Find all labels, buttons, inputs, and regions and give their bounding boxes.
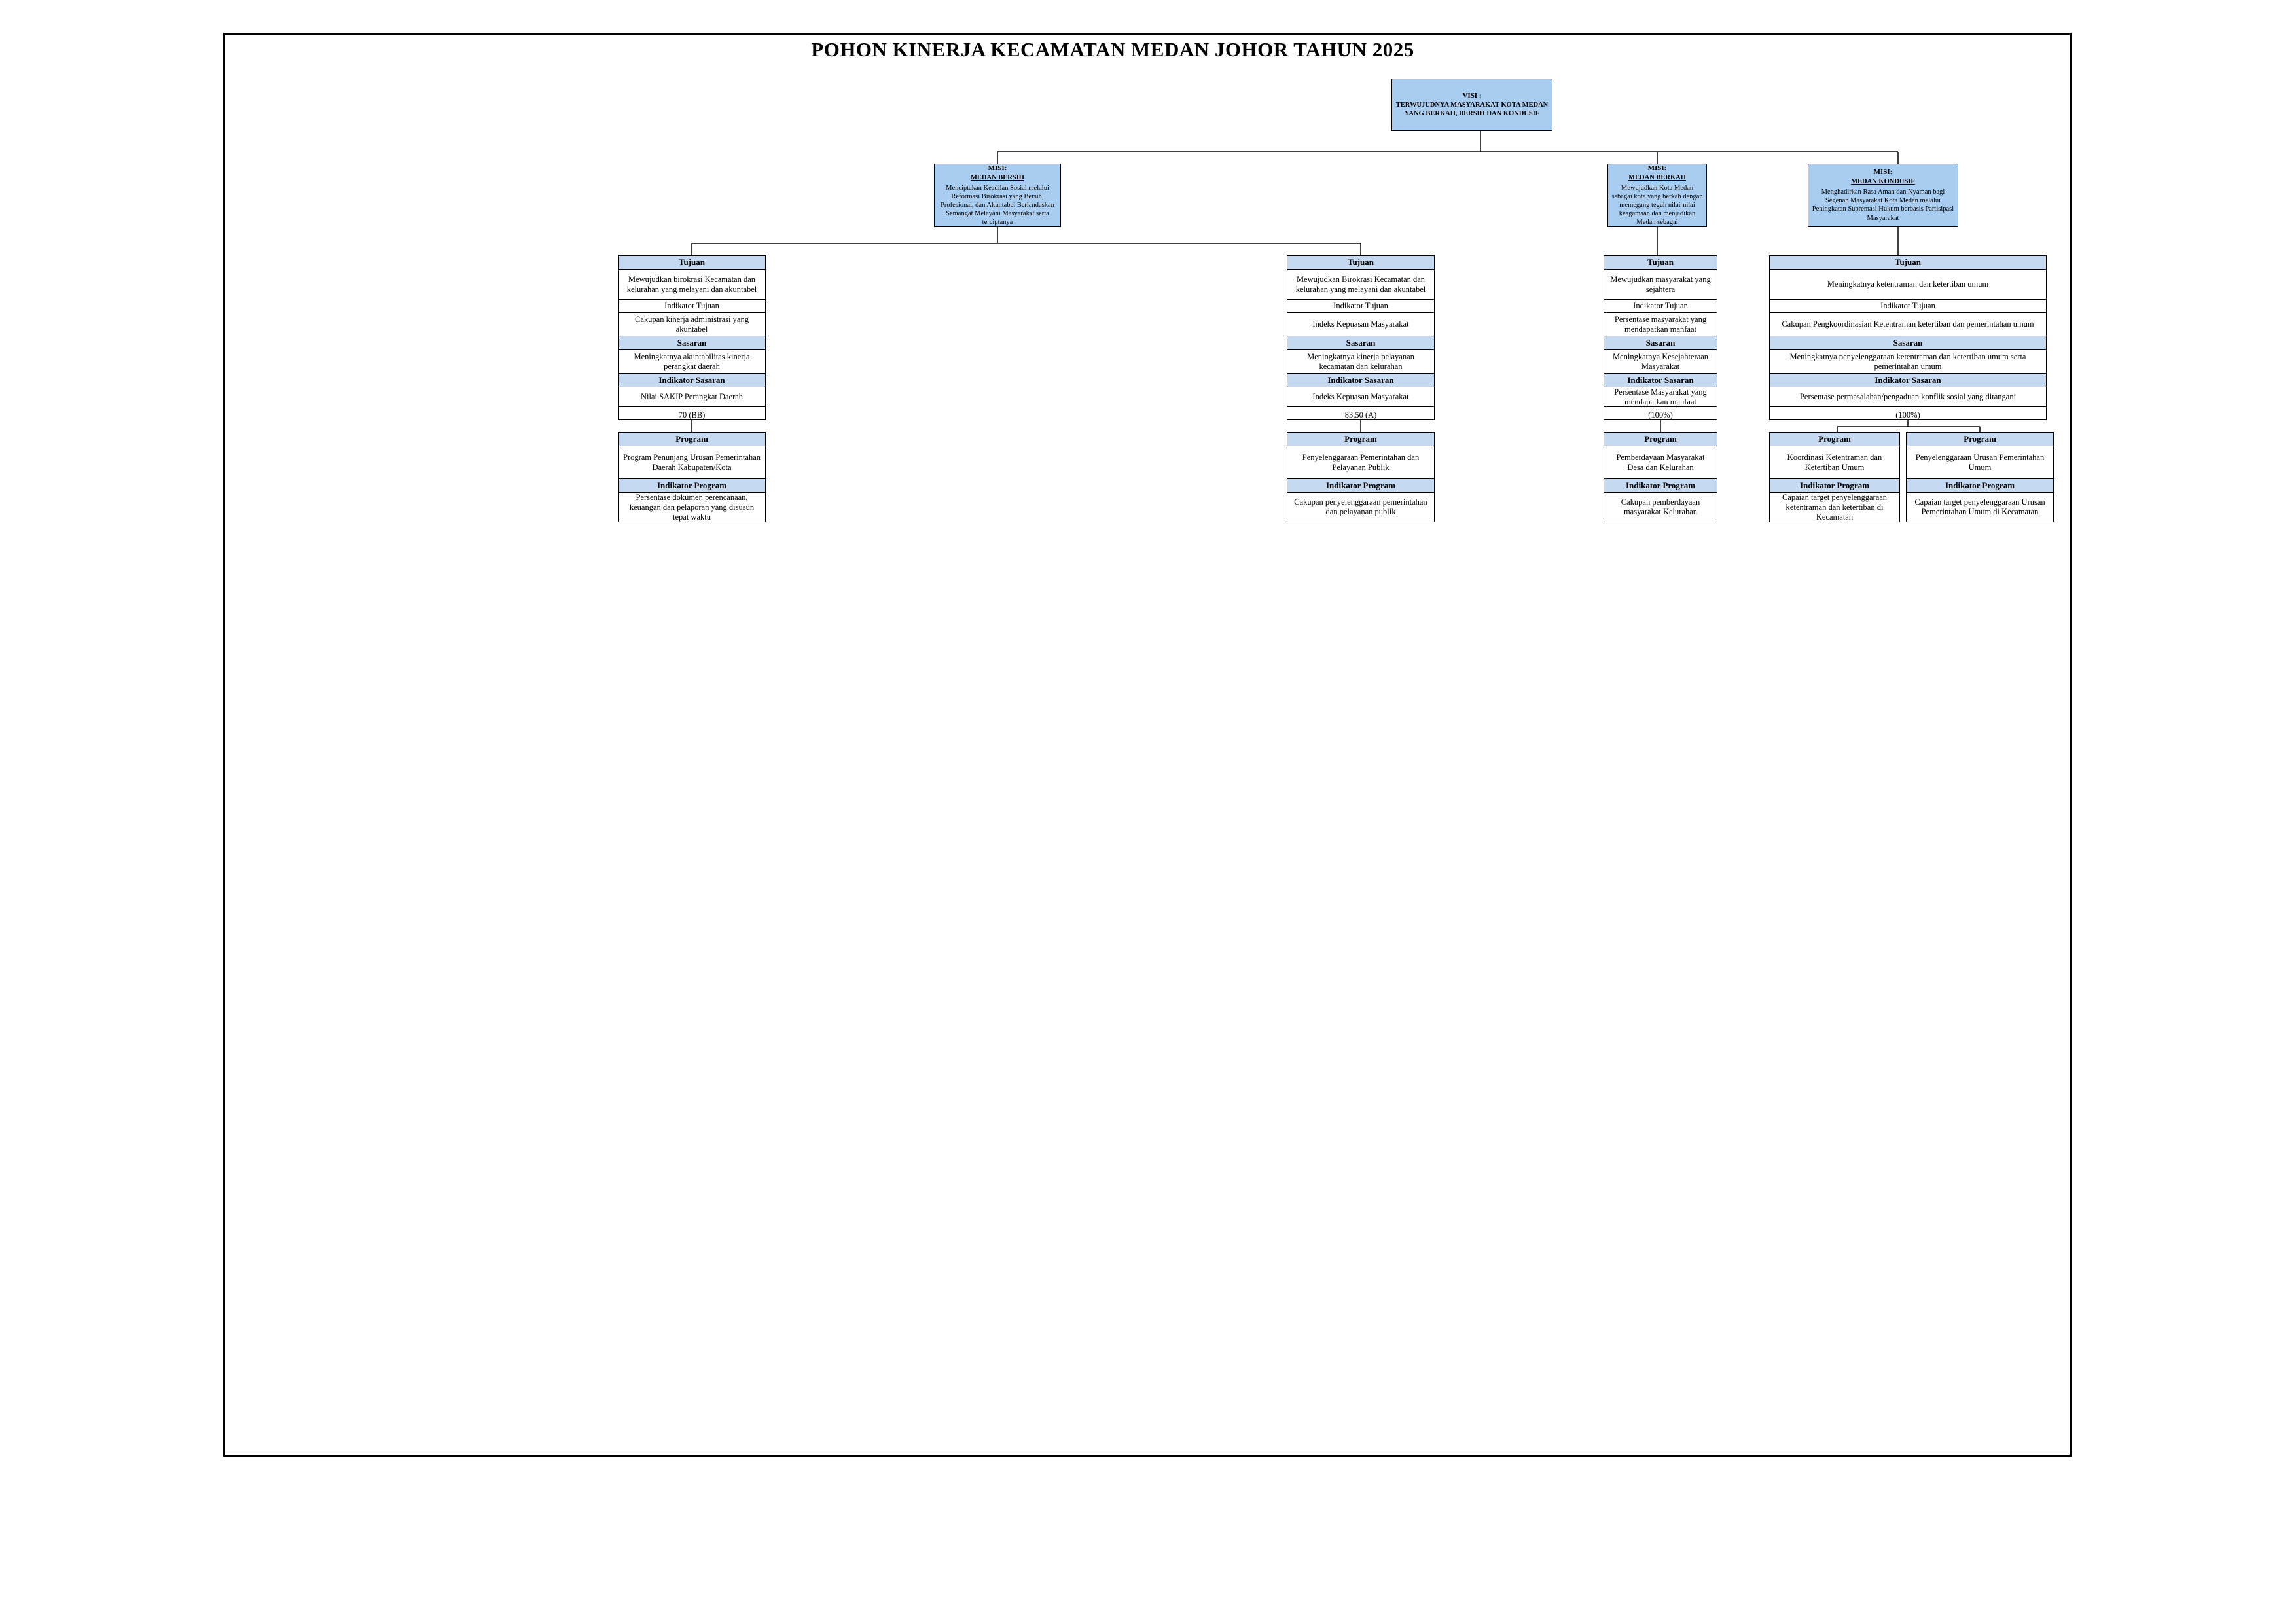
indikator-program-text: Cakupan penyelenggaraan pemerintahan dan… bbox=[1294, 497, 1427, 516]
indikator-sasaran-text: Persentase permasalahan/pengaduan konfli… bbox=[1770, 387, 2046, 407]
tujuan-header: Tujuan bbox=[1287, 256, 1434, 270]
tujuan-header: Tujuan bbox=[619, 256, 765, 270]
program-text: Penyelenggaraan Pemerintahan dan Pelayan… bbox=[1287, 446, 1434, 479]
sasaran-text: Meningkatnya penyelenggaraan ketentraman… bbox=[1770, 350, 2046, 374]
indikator-program-text: Capaian target penyelenggaraan ketentram… bbox=[1782, 492, 1888, 522]
misi-label: MISI: bbox=[1647, 164, 1667, 172]
program-stack: Program Koordinasi Ketentraman dan Keter… bbox=[1769, 432, 1900, 522]
misi-name: MEDAN BERKAH bbox=[1628, 173, 1686, 181]
indikator-program-text: Capaian target penyelenggaraan Urusan Pe… bbox=[1914, 497, 2045, 516]
misi-name: MEDAN BERSIH bbox=[971, 173, 1024, 181]
program-header: Program bbox=[1604, 433, 1717, 446]
misi-text: Menciptakan Keadilan Sosial melalui Refo… bbox=[941, 184, 1054, 226]
program-stack: Program Penyelenggaraan Urusan Pemerinta… bbox=[1906, 432, 2054, 522]
indikator-program-text: Persentase dokumen perencanaan, keuangan… bbox=[629, 492, 755, 522]
visi-text: TERWUJUDNYA MASYARAKAT KOTA MEDAN YANG B… bbox=[1395, 101, 1549, 117]
tujuan-stack: Tujuan Meningkatnya ketentraman dan kete… bbox=[1769, 255, 2047, 420]
sasaran-target: 70 (BB) bbox=[678, 410, 706, 419]
tujuan-text: Mewujudkan Birokrasi Kecamatan dan kelur… bbox=[1287, 270, 1434, 300]
indikator-tujuan-text: Cakupan kinerja administrasi yang akunta… bbox=[619, 313, 765, 336]
misi-bersih-box: MISI: MEDAN BERSIH Menciptakan Keadilan … bbox=[934, 164, 1061, 227]
misi-label: MISI: bbox=[1873, 168, 1893, 177]
indikator-sasaran-header: Indikator Sasaran bbox=[1770, 374, 2046, 387]
program-header: Program bbox=[1287, 433, 1434, 446]
sasaran-header: Sasaran bbox=[619, 336, 765, 350]
misi-berkah-box: MISI: MEDAN BERKAH Mewujudkan Kota Medan… bbox=[1607, 164, 1707, 227]
indikator-sasaran-text: Persentase Masyarakat yang mendapatkan m… bbox=[1604, 387, 1717, 407]
sasaran-target: (100%) bbox=[1648, 410, 1673, 419]
program-text: Pemberdayaan Masyarakat Desa dan Kelurah… bbox=[1604, 446, 1717, 479]
program-text: Penyelenggaraan Urusan Pemerintahan Umum bbox=[1907, 446, 2053, 479]
sasaran-target: 83,50 (A) bbox=[1344, 410, 1377, 419]
indikator-program-header: Indikator Program bbox=[1287, 479, 1434, 493]
program-stack: Program Penyelenggaraan Pemerintahan dan… bbox=[1287, 432, 1435, 522]
indikator-program-text: Cakupan pemberdayaan masyarakat Keluraha… bbox=[1621, 497, 1700, 516]
misi-kondusif-box: MISI: MEDAN KONDUSIF Menghadirkan Rasa A… bbox=[1808, 164, 1958, 227]
tujuan-header: Tujuan bbox=[1770, 256, 2046, 270]
indikator-sasaran-header: Indikator Sasaran bbox=[1604, 374, 1717, 387]
sasaran-header: Sasaran bbox=[1604, 336, 1717, 350]
program-stack: Program Pemberdayaan Masyarakat Desa dan… bbox=[1604, 432, 1717, 522]
misi-name: MEDAN KONDUSIF bbox=[1851, 178, 1915, 186]
sasaran-text: Meningkatnya Kesejahteraan Masyarakat bbox=[1604, 350, 1717, 374]
sasaran-header: Sasaran bbox=[1287, 336, 1434, 350]
indikator-program-header: Indikator Program bbox=[619, 479, 765, 493]
program-header: Program bbox=[1907, 433, 2053, 446]
misi-label: MISI: bbox=[988, 164, 1007, 172]
indikator-tujuan-text: Indeks Kepuasan Masyarakat bbox=[1287, 313, 1434, 336]
indikator-sasaran-header: Indikator Sasaran bbox=[1287, 374, 1434, 387]
tujuan-text: Mewujudkan birokrasi Kecamatan dan kelur… bbox=[619, 270, 765, 300]
misi-text: Mewujudkan Kota Medan sebagai kota yang … bbox=[1611, 184, 1703, 226]
tree-connectors bbox=[691, 131, 1981, 432]
indikator-tujuan-header: Indikator Tujuan bbox=[1604, 300, 1717, 313]
tujuan-text: Meningkatnya ketentraman dan ketertiban … bbox=[1770, 270, 2046, 300]
program-header: Program bbox=[619, 433, 765, 446]
program-text: Program Penunjang Urusan Pemerintahan Da… bbox=[619, 446, 765, 479]
visi-label: VISI : bbox=[1462, 92, 1482, 99]
tujuan-stack: Tujuan Mewujudkan Birokrasi Kecamatan da… bbox=[1287, 255, 1435, 420]
program-text: Koordinasi Ketentraman dan Ketertiban Um… bbox=[1770, 446, 1899, 479]
misi-text: Menghadirkan Rasa Aman dan Nyaman bagi S… bbox=[1812, 188, 1954, 222]
indikator-program-header: Indikator Program bbox=[1770, 479, 1899, 493]
sasaran-text: Meningkatnya kinerja pelayanan kecamatan… bbox=[1287, 350, 1434, 374]
tujuan-stack: Tujuan Mewujudkan masyarakat yang sejaht… bbox=[1604, 255, 1717, 420]
tujuan-header: Tujuan bbox=[1604, 256, 1717, 270]
indikator-tujuan-header: Indikator Tujuan bbox=[1770, 300, 2046, 313]
program-header: Program bbox=[1770, 433, 1899, 446]
indikator-tujuan-header: Indikator Tujuan bbox=[1287, 300, 1434, 313]
indikator-program-header: Indikator Program bbox=[1907, 479, 2053, 493]
sasaran-target: (100%) bbox=[1895, 410, 1920, 419]
tujuan-text: Mewujudkan masyarakat yang sejahtera bbox=[1604, 270, 1717, 300]
sasaran-header: Sasaran bbox=[1770, 336, 2046, 350]
indikator-tujuan-text: Persentase masyarakat yang mendapatkan m… bbox=[1604, 313, 1717, 336]
indikator-tujuan-text: Cakupan Pengkoordinasian Ketentraman ket… bbox=[1770, 313, 2046, 336]
visi-box: VISI : TERWUJUDNYA MASYARAKAT KOTA MEDAN… bbox=[1391, 79, 1552, 131]
sasaran-text: Meningkatnya akuntabilitas kinerja peran… bbox=[619, 350, 765, 374]
indikator-tujuan-header: Indikator Tujuan bbox=[619, 300, 765, 313]
indikator-sasaran-text: Nilai SAKIP Perangkat Daerah bbox=[619, 387, 765, 407]
indikator-sasaran-text: Indeks Kepuasan Masyarakat bbox=[1287, 387, 1434, 407]
indikator-program-header: Indikator Program bbox=[1604, 479, 1717, 493]
program-stack: Program Program Penunjang Urusan Pemerin… bbox=[618, 432, 766, 522]
indikator-sasaran-header: Indikator Sasaran bbox=[619, 374, 765, 387]
tujuan-stack: Tujuan Mewujudkan birokrasi Kecamatan da… bbox=[618, 255, 766, 420]
